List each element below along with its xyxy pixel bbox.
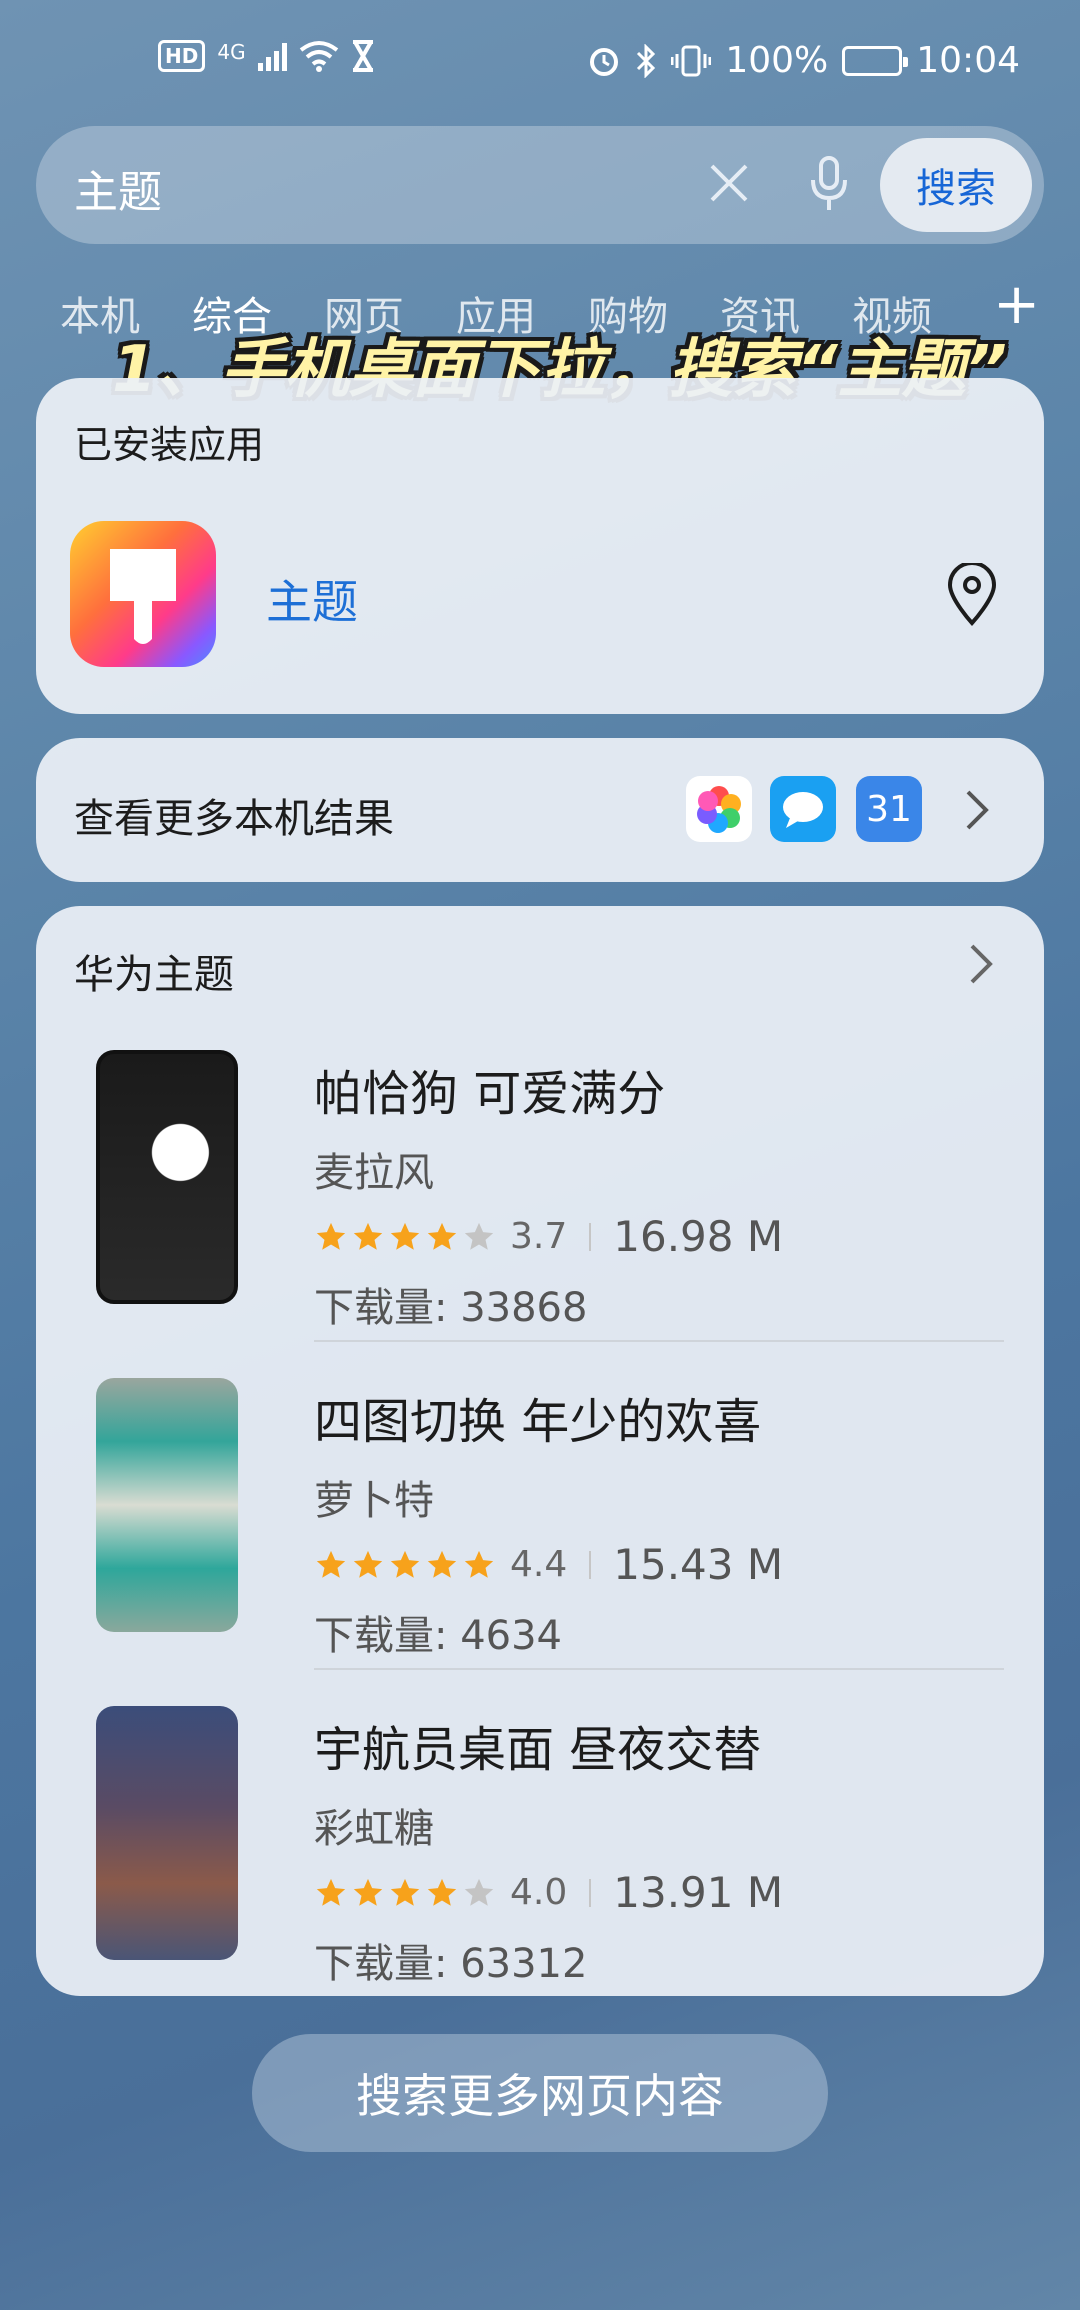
themes-app-icon[interactable] xyxy=(70,521,216,667)
installed-apps-card: 已安装应用 主题 xyxy=(36,378,1044,714)
divider xyxy=(589,1878,592,1907)
wifi-icon xyxy=(299,41,338,72)
star-empty-icon xyxy=(464,1878,494,1906)
messages-icon xyxy=(770,776,836,842)
rating-value: 4.0 xyxy=(510,1872,568,1913)
signal-icon xyxy=(257,41,287,71)
clock: 10:04 xyxy=(916,40,1020,81)
theme-name: 帕恰狗 可爱满分 xyxy=(314,1066,666,1122)
theme-item[interactable]: 四图切换 年少的欢喜 萝卜特 4.4 15.43 M 下载量: 4634 xyxy=(36,1234,1044,1659)
theme-author: 萝卜特 xyxy=(314,1478,434,1524)
calendar-icon: 31 xyxy=(856,776,922,842)
hd-badge: HD xyxy=(158,40,206,72)
bluetooth-icon xyxy=(637,43,656,78)
battery-icon xyxy=(842,45,909,76)
battery-percent: 100% xyxy=(725,40,829,81)
theme-author: 麦拉风 xyxy=(314,1150,434,1196)
clear-icon[interactable] xyxy=(704,158,754,208)
huawei-themes-card: 华为主题 帕恰狗 可爱满分 麦拉风 3.7 16.98 M 下载量: 33868… xyxy=(36,906,1044,1996)
search-bar: 主题 搜索 xyxy=(36,126,1044,244)
search-more-web-button[interactable]: 搜索更多网页内容 xyxy=(252,2034,828,2152)
star-filled-icon xyxy=(353,1878,383,1906)
installed-apps-label: 已安装应用 xyxy=(74,423,265,467)
alarm-icon xyxy=(590,47,619,76)
theme-downloads: 下载量: 63312 xyxy=(314,1941,588,1987)
theme-item[interactable]: 帕恰狗 可爱满分 麦拉风 3.7 16.98 M 下载量: 33868 xyxy=(36,906,1044,1331)
gallery-icon xyxy=(686,776,752,842)
more-local-results-label: 查看更多本机结果 xyxy=(74,796,394,842)
status-bar: HD 4G 100% 10:04 xyxy=(0,0,1080,120)
search-button[interactable]: 搜索 xyxy=(880,138,1032,232)
network-type: 4G xyxy=(217,40,246,64)
hourglass-icon xyxy=(352,40,373,72)
theme-size: 13.91 M xyxy=(613,1868,784,1917)
theme-name: 四图切换 年少的欢喜 xyxy=(314,1394,762,1450)
theme-name: 宇航员桌面 昼夜交替 xyxy=(314,1722,762,1778)
theme-item[interactable]: 宇航员桌面 昼夜交替 彩虹糖 4.0 13.91 M 下载量: 63312 xyxy=(36,1562,1044,1987)
star-rating xyxy=(314,1876,496,1910)
location-pin-icon[interactable] xyxy=(944,563,1000,627)
more-local-results-card[interactable]: 查看更多本机结果 31 xyxy=(36,738,1044,882)
star-filled-icon xyxy=(390,1878,420,1906)
theme-author: 彩虹糖 xyxy=(314,1806,434,1852)
star-filled-icon xyxy=(316,1878,346,1906)
search-input[interactable]: 主题 xyxy=(74,156,162,220)
vibrate-icon xyxy=(671,45,712,76)
themes-app-name[interactable]: 主题 xyxy=(266,566,358,632)
star-filled-icon xyxy=(427,1878,457,1906)
theme-thumbnail xyxy=(96,1706,238,1960)
mic-icon[interactable] xyxy=(804,156,854,212)
chevron-right-icon xyxy=(966,790,989,830)
